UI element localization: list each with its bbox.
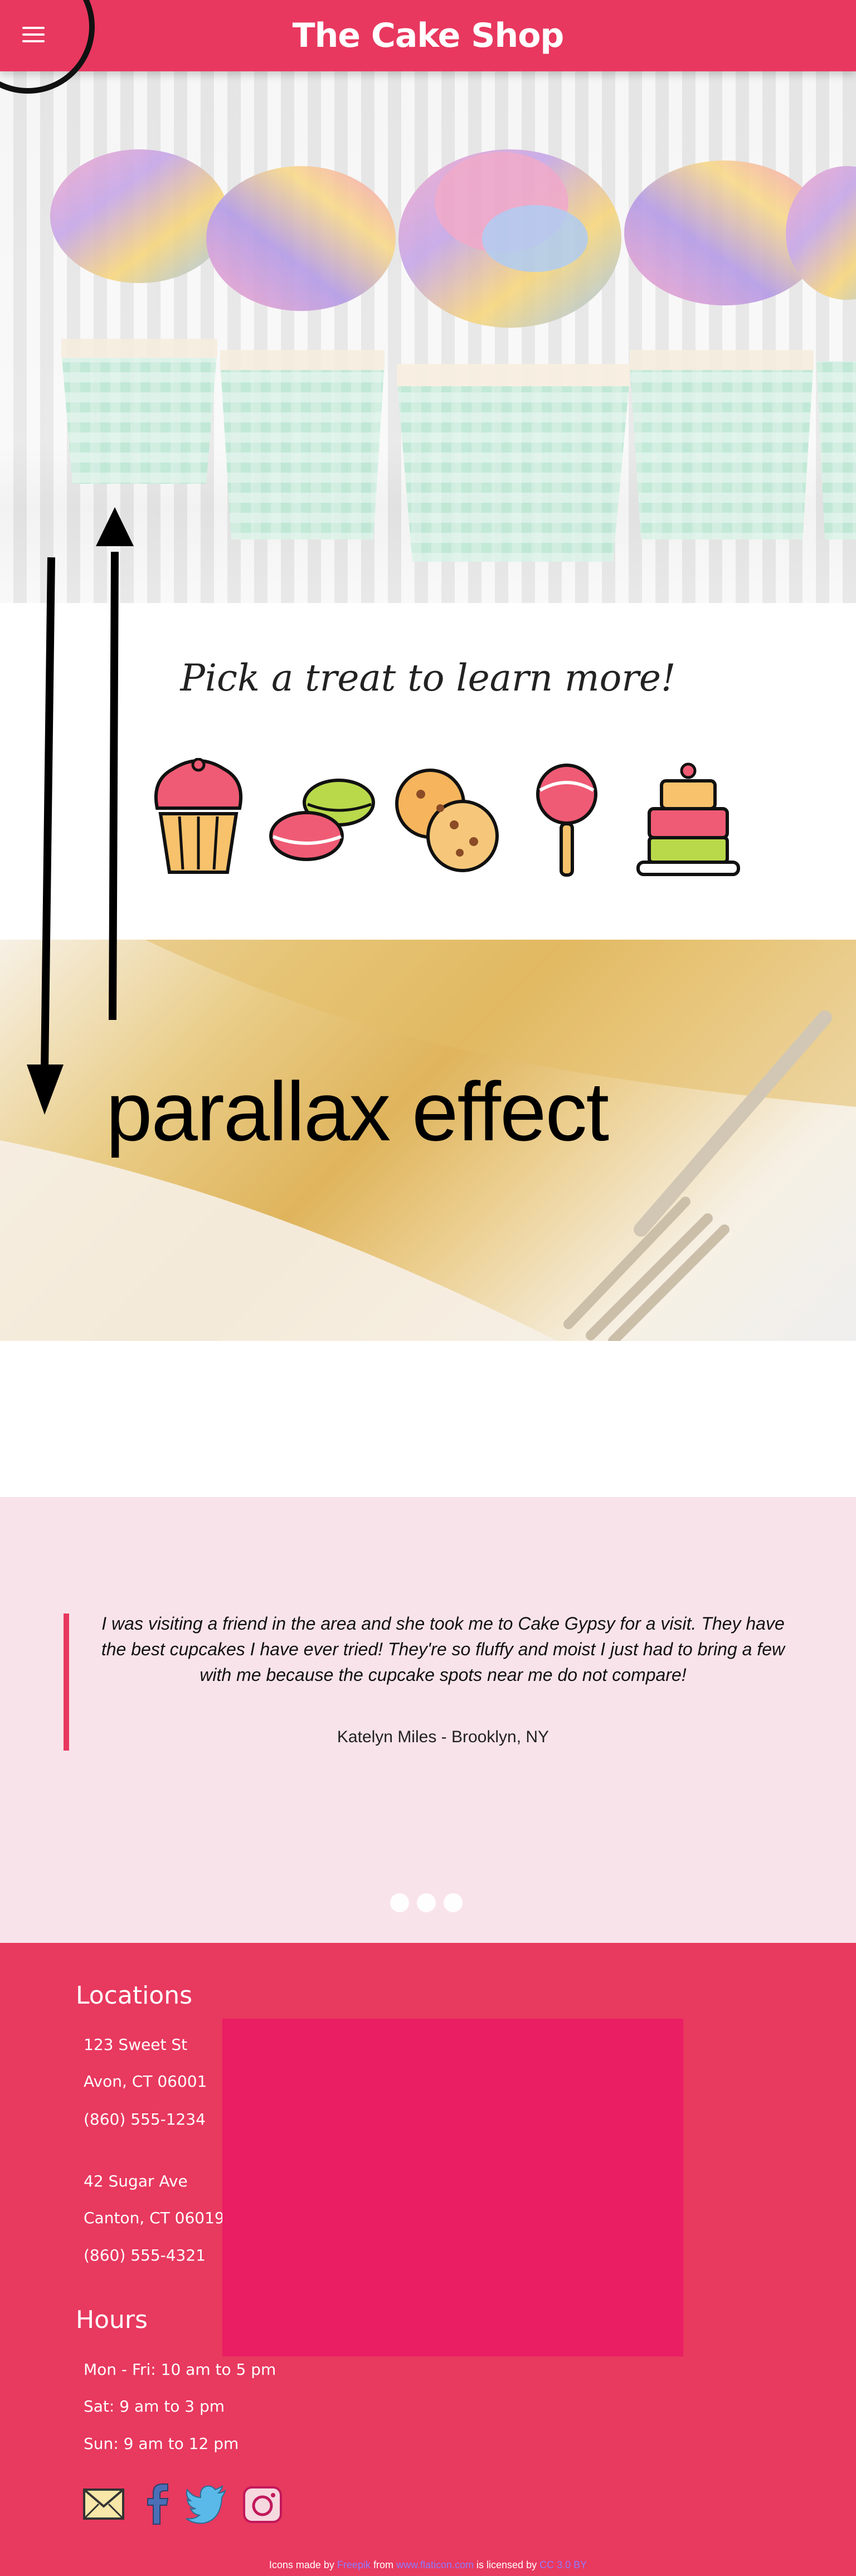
testimonial-author: Katelyn Miles - Brooklyn, NY [337, 1728, 549, 1746]
quote-accent-bar [64, 1613, 69, 1751]
spacer-section [0, 1341, 856, 1497]
carousel-dot-1[interactable] [390, 1893, 409, 1912]
hours-saturday: Sat: 9 am to 3 pm [84, 2397, 225, 2415]
location-1-street: 123 Sweet St [84, 2035, 188, 2054]
attribution-license-link[interactable]: CC 3.0 BY [539, 2559, 587, 2570]
location-2-phone[interactable]: (860) 555-4321 [84, 2246, 206, 2264]
carousel-dots [390, 1893, 468, 1912]
icon-attribution: Icons made by Freepik from www.flaticon.… [0, 2559, 856, 2571]
attribution-author-link[interactable]: Freepik [337, 2559, 371, 2570]
facebook-icon[interactable] [135, 2482, 179, 2525]
site-title: The Cake Shop [292, 16, 565, 55]
cake-pop-icon[interactable] [532, 764, 602, 878]
location-1-city: Avon, CT 06001 [84, 2072, 207, 2091]
hours-sunday: Sun: 9 am to 12 pm [84, 2434, 239, 2453]
cookie-icon[interactable] [390, 764, 502, 875]
instagram-icon[interactable] [241, 2482, 284, 2525]
cupcake-icon[interactable] [150, 758, 246, 878]
site-header: The Cake Shop [0, 0, 856, 94]
locations-heading: Locations [76, 1981, 193, 2010]
email-icon[interactable] [82, 2482, 125, 2525]
testimonial-section [0, 1497, 856, 1943]
attribution-from: from [373, 2559, 393, 2570]
layer-cake-icon[interactable] [633, 761, 744, 878]
carousel-dot-2[interactable] [417, 1893, 436, 1912]
testimonial-quote: I was visiting a friend in the area and … [101, 1613, 785, 1685]
scroll-arrows-annotation [27, 507, 134, 1115]
attribution-licensed: is licensed by [476, 2559, 537, 2570]
macaron-icon[interactable] [268, 772, 379, 867]
parallax-heading: parallax effect [106, 1065, 609, 1158]
hours-weekday: Mon - Fri: 10 am to 5 pm [84, 2360, 276, 2379]
hours-heading: Hours [76, 2306, 148, 2334]
location-1-phone[interactable]: (860) 555-1234 [84, 2110, 206, 2128]
carousel-dot-3[interactable] [444, 1893, 463, 1912]
twitter-icon[interactable] [185, 2482, 228, 2525]
map-embed[interactable] [222, 2019, 683, 2356]
location-2-city: Canton, CT 06019 [84, 2209, 225, 2227]
attribution-site-link[interactable]: www.flaticon.com [396, 2559, 474, 2570]
attribution-prefix: Icons made by [269, 2559, 334, 2570]
location-2-street: 42 Sugar Ave [84, 2172, 188, 2190]
